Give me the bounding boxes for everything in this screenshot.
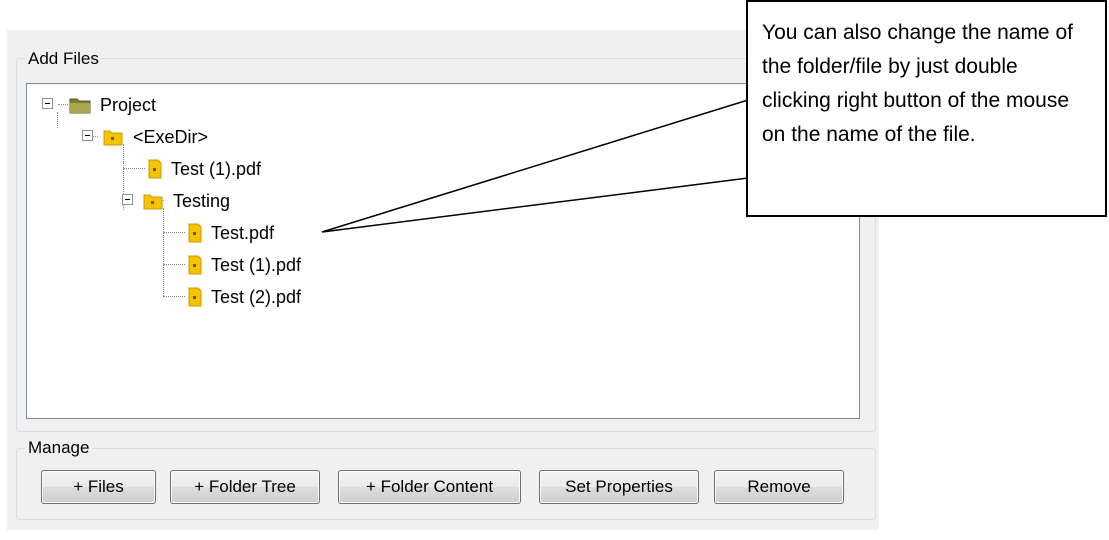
add-folder-tree-button[interactable]: + Folder Tree xyxy=(170,470,320,504)
file-icon xyxy=(148,159,162,179)
tree-node-label: Test.pdf xyxy=(211,222,275,243)
tree-node-label: Test (1).pdf xyxy=(171,158,262,179)
tree-node-label: Project xyxy=(100,94,157,115)
tree-connector xyxy=(123,168,145,169)
file-icon xyxy=(188,255,202,275)
folder-icon xyxy=(103,130,123,146)
tree-node-file[interactable]: Test (2).pdf xyxy=(188,282,303,312)
folder-icon xyxy=(143,194,163,210)
annotation-callout: You can also change the name of the fold… xyxy=(746,0,1107,217)
callout-text: You can also change the name of the fold… xyxy=(762,21,1073,146)
add-files-group-label: Add Files xyxy=(25,49,102,69)
collapse-toggle-project[interactable] xyxy=(42,98,53,109)
tree-node-testing[interactable]: Testing xyxy=(142,186,232,216)
set-properties-button[interactable]: Set Properties xyxy=(539,470,699,504)
tree-connector xyxy=(58,104,68,105)
folder-icon xyxy=(69,98,91,114)
tree-connector xyxy=(163,264,185,265)
manage-group-label: Manage xyxy=(25,438,93,458)
tree-node-exedir[interactable]: <ExeDir> xyxy=(102,122,210,152)
tree-node-project[interactable]: Project xyxy=(69,90,158,120)
tree-connector xyxy=(163,208,164,296)
remove-button[interactable]: Remove xyxy=(714,470,844,504)
tree-connector xyxy=(163,232,185,233)
tree-node-label: Test (2).pdf xyxy=(211,286,302,307)
add-folder-content-button[interactable]: + Folder Content xyxy=(338,470,521,504)
tree-node-file[interactable]: Test (1).pdf xyxy=(148,154,263,184)
tree-connector xyxy=(57,112,58,128)
tree-connector xyxy=(163,296,185,297)
collapse-toggle-exedir[interactable] xyxy=(82,130,93,141)
file-icon xyxy=(188,287,202,307)
tree-node-file[interactable]: Test (1).pdf xyxy=(188,250,303,280)
tree-node-label: <ExeDir> xyxy=(133,126,209,147)
file-icon xyxy=(188,223,202,243)
add-files-button[interactable]: + Files xyxy=(41,470,156,504)
file-tree-view[interactable]: Project <ExeDir> Test (1).pdf Testing Te… xyxy=(26,83,860,419)
tree-node-label: Test (1).pdf xyxy=(211,254,302,275)
tree-node-label: Testing xyxy=(173,190,231,211)
collapse-toggle-testing[interactable] xyxy=(122,194,133,205)
tree-node-file[interactable]: Test.pdf xyxy=(188,218,276,248)
